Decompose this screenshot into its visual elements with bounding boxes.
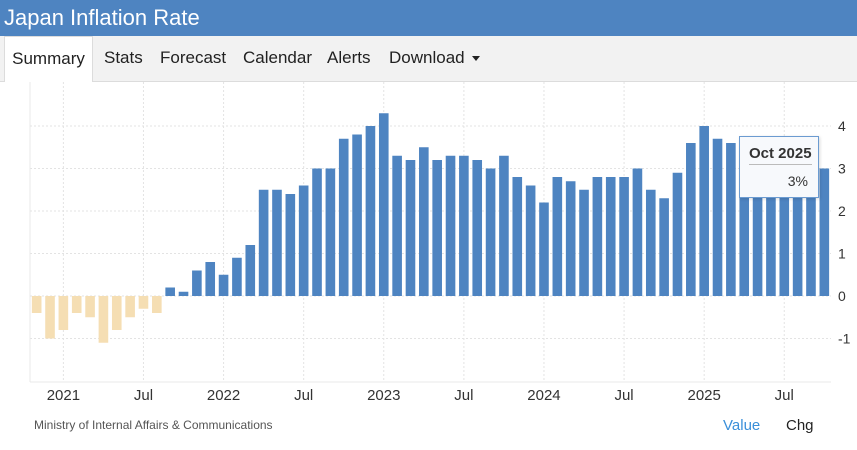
bar-2025-10 [819,168,830,296]
bar-2021-06 [125,296,135,318]
bar-2021-08 [152,296,162,313]
x-tick-label-0: 2021 [47,387,80,404]
bar-2021-05 [111,296,122,330]
change-mode-link[interactable]: Chg [786,417,814,434]
x-tick-label-2: 2022 [207,387,240,404]
x-tick-label-6: 2024 [527,387,560,404]
tooltip-date: Oct 2025 [749,145,812,165]
bar-2022-03 [245,245,256,296]
chart-gridlines [29,82,831,383]
bar-2022-07 [298,185,309,296]
bar-2021-03 [85,296,95,318]
tab-stats[interactable]: Stats [104,36,143,82]
bar-2024-07 [619,177,629,296]
y-tick-label-0: -1 [838,331,851,347]
bar-2024-08 [632,168,643,296]
bar-2024-12 [686,143,696,296]
bar-2020-11 [31,296,42,313]
bar-2022-12 [365,126,376,296]
bar-2024-05 [592,177,603,296]
x-tick-label-7: Jul [614,387,633,404]
bar-2025-08 [792,181,803,296]
bar-2021-07 [138,296,149,309]
bar-2021-09 [165,287,175,296]
bar-2023-08 [472,160,483,296]
bar-2023-07 [459,155,469,296]
bar-2022-01 [218,274,229,296]
y-tick-label-5: 4 [838,118,846,134]
bar-2021-01 [58,296,69,330]
bar-2022-04 [258,189,269,296]
x-tick-label-5: Jul [454,387,473,404]
bar-2022-10 [338,138,349,296]
bar-2022-02 [232,257,242,296]
x-tick-label-1: Jul [134,387,153,404]
bar-2023-05 [432,160,442,296]
y-tick-label-4: 3 [838,161,846,177]
bar-2023-11 [512,177,523,296]
chart-bars [31,113,830,343]
bar-2024-02 [552,177,563,296]
bar-2025-01 [699,126,709,296]
bar-2022-09 [325,168,336,296]
inflation-chart: -1 0 1 2 3 4 2021 Jul 2022 Jul 2023 Jul 2024 Jul 2025… [29,82,851,404]
bar-2021-11 [192,270,202,296]
bar-2023-02 [392,155,402,296]
page-title: Japan Inflation Rate [0,0,857,36]
tab-bar: Summary Stats Forecast Calendar Alerts D… [0,36,857,82]
bar-2024-09 [645,189,656,296]
tab-download[interactable]: Download [389,36,480,82]
tab-download-label: Download [389,48,465,67]
x-tick-label-9: Jul [775,387,794,404]
bar-2021-10 [178,291,189,296]
bar-2023-03 [405,160,416,296]
bar-2023-10 [499,155,509,296]
bar-2024-11 [672,172,683,296]
value-mode-link[interactable]: Value [723,417,760,434]
bar-2024-04 [579,189,589,296]
bar-2024-06 [605,177,616,296]
bar-2024-01 [539,202,549,296]
chart-tooltip: Oct 2025 3% [739,136,819,198]
bar-2021-02 [71,296,82,313]
bar-2022-08 [312,168,322,296]
y-tick-label-1: 0 [838,288,846,304]
tab-forecast[interactable]: Forecast [160,36,226,82]
bar-2023-06 [445,155,456,296]
chevron-down-icon [471,56,480,62]
bar-2022-05 [272,189,282,296]
y-axis: -1 0 1 2 3 4 [838,118,851,347]
bar-2025-02 [712,138,723,296]
bar-2021-04 [98,296,109,343]
tab-summary[interactable]: Summary [4,36,93,82]
x-tick-label-4: 2023 [367,387,400,404]
bar-2024-10 [659,198,669,296]
bar-2023-09 [485,168,496,296]
bar-2022-11 [352,134,362,296]
data-source: Ministry of Internal Affairs & Communica… [34,418,273,432]
y-tick-label-3: 2 [838,203,846,219]
bar-2023-01 [378,113,389,296]
x-tick-label-8: 2025 [687,387,720,404]
bar-2020-12 [45,296,55,339]
bar-2022-06 [285,194,296,296]
bar-2024-03 [565,181,576,296]
x-tick-label-3: Jul [294,387,313,404]
bar-2023-04 [419,147,429,296]
y-tick-label-2: 1 [838,246,846,262]
tab-calendar[interactable]: Calendar [243,36,312,82]
tooltip-value: 3% [787,173,808,189]
tab-alerts[interactable]: Alerts [327,36,370,82]
x-axis: 2021 Jul 2022 Jul 2023 Jul 2024 Jul 2025 Jul [47,387,794,404]
bar-2025-03 [726,143,736,296]
bar-2021-12 [205,262,216,296]
bar-2023-12 [525,185,536,296]
